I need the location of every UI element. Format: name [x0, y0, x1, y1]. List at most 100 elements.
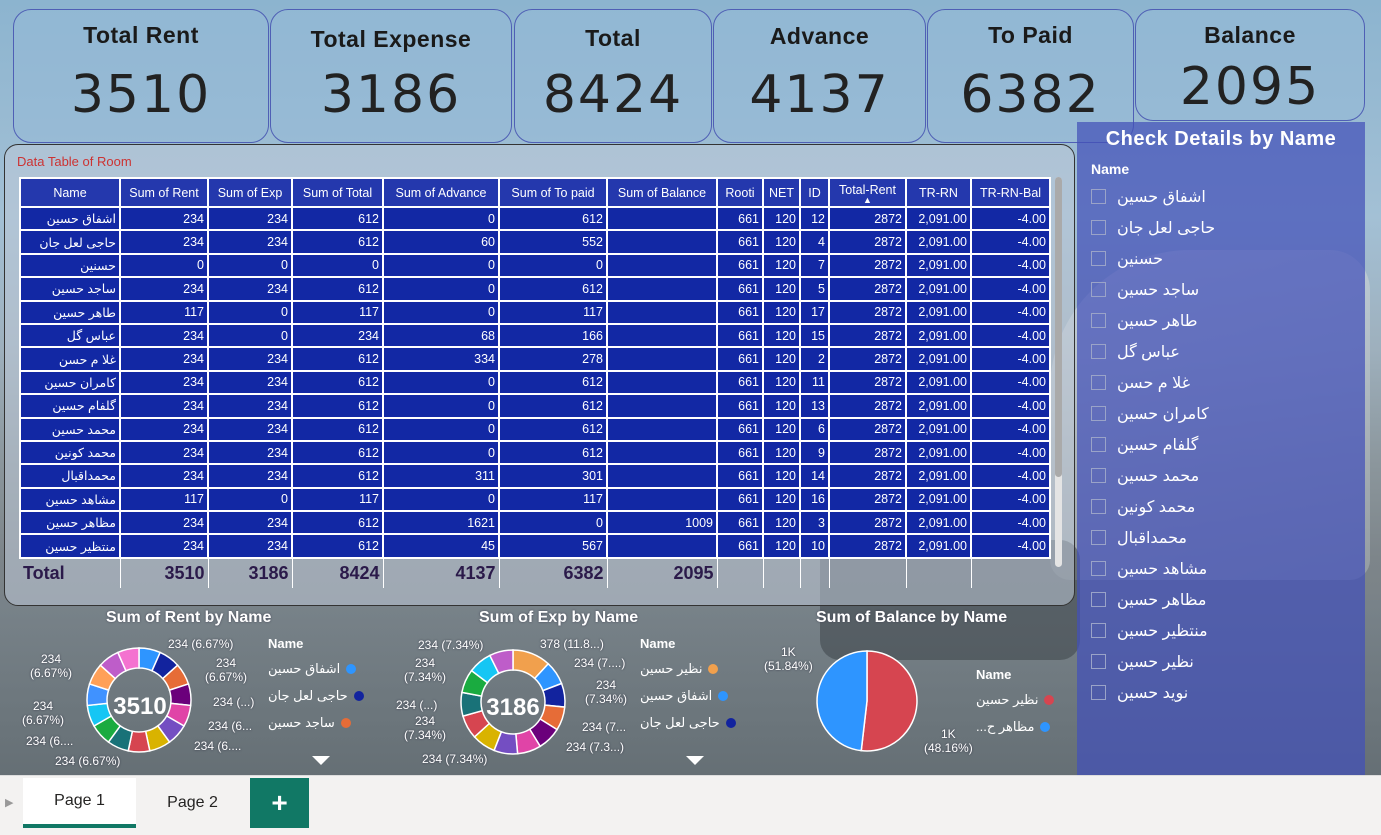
- rent-legend: Name اشفاق حسین حاجی لعل جان ساجد حسین: [268, 636, 378, 736]
- checkbox[interactable]: [1091, 623, 1106, 638]
- column-header-tr-rn[interactable]: TR-RN: [905, 177, 972, 208]
- legend-item[interactable]: اشفاق حسین: [268, 655, 378, 682]
- checkbox[interactable]: [1091, 282, 1106, 297]
- balance-pie-chart[interactable]: [815, 649, 919, 753]
- slicer-item[interactable]: مشاهد حسین: [1077, 553, 1365, 584]
- checkbox[interactable]: [1091, 592, 1106, 607]
- kpi-total-expense[interactable]: Total Expense 3186: [270, 9, 512, 143]
- table-cell: 234: [119, 205, 209, 232]
- table-cell: 234: [119, 439, 209, 466]
- checkbox[interactable]: [1091, 685, 1106, 700]
- column-header-balance[interactable]: Sum of Balance: [606, 177, 718, 208]
- tab-page-1[interactable]: Page 1: [23, 778, 136, 828]
- table-row[interactable]: غلا م حسن 234 234 612 334 278 661 120 2 2872 2,091…: [19, 346, 1051, 372]
- kpi-balance[interactable]: Balance 2095: [1135, 9, 1365, 121]
- table-row[interactable]: اشفاق حسین 234 234 612 0 612 661 120 12 2872 2,091…: [19, 205, 1051, 232]
- legend-item[interactable]: حاجی لعل جان: [640, 709, 740, 736]
- table-row[interactable]: منتظیر حسین 234 234 612 45 567 661 120 10 2872 2,0…: [19, 533, 1051, 559]
- table-row[interactable]: محمداقبال 234 234 612 311 301 661 120 14 2872 2,09…: [19, 463, 1051, 489]
- table-row[interactable]: گلفام حسین 234 234 612 0 612 661 120 13 2872 2,091…: [19, 393, 1051, 419]
- slicer-item[interactable]: غلا م حسن: [1077, 367, 1365, 398]
- column-header-total-rent[interactable]: Total-Rent ▲: [828, 177, 907, 208]
- checkbox[interactable]: [1091, 220, 1106, 235]
- checkbox[interactable]: [1091, 561, 1106, 576]
- table-row[interactable]: حسنین 0 0 0 0 0 661 120 7 2872 2,091.00 -4.00: [19, 252, 1051, 279]
- tab-page-2[interactable]: Page 2: [136, 778, 249, 828]
- checkbox[interactable]: [1091, 189, 1106, 204]
- legend-item[interactable]: نظیر حسین: [640, 655, 740, 682]
- column-header-to-paid[interactable]: Sum of To paid: [498, 177, 608, 208]
- checkbox[interactable]: [1091, 530, 1106, 545]
- checkbox[interactable]: [1091, 499, 1106, 514]
- slicer-item[interactable]: ساجد حسین: [1077, 274, 1365, 305]
- table-scrollbar[interactable]: [1055, 177, 1062, 567]
- table-row[interactable]: محمد حسین 234 234 612 0 612 661 120 6 2872 2,091.0…: [19, 416, 1051, 442]
- slicer-item[interactable]: نظیر حسین: [1077, 646, 1365, 677]
- legend-item[interactable]: ساجد حسین: [268, 709, 378, 736]
- checkbox[interactable]: [1091, 313, 1106, 328]
- table-row[interactable]: محمد کونین 234 234 612 0 612 661 120 9 2872 2,091.…: [19, 439, 1051, 466]
- room-data-table[interactable]: Name Sum of Rent Sum of Exp Sum of Total…: [19, 177, 1051, 588]
- table-row[interactable]: ساجد حسین 234 234 612 0 612 661 120 5 2872 2,091.0…: [19, 276, 1051, 302]
- kpi-title: Advance: [769, 23, 870, 49]
- column-header-tr-rn-bal[interactable]: TR-RN-Bal: [970, 177, 1051, 208]
- kpi-total[interactable]: Total 8424: [514, 9, 712, 143]
- checkbox[interactable]: [1091, 468, 1106, 483]
- slicer-item[interactable]: محمداقبال: [1077, 522, 1365, 553]
- kpi-advance[interactable]: Advance 4137: [713, 9, 926, 143]
- legend-item[interactable]: مظاهر ح...: [976, 713, 1060, 740]
- slicer-item[interactable]: حاجی لعل جان: [1077, 212, 1365, 243]
- scrollbar-thumb[interactable]: [1055, 177, 1062, 477]
- slicer-item[interactable]: گلفام حسین: [1077, 429, 1365, 460]
- slicer-item[interactable]: مظاهر حسین: [1077, 584, 1365, 615]
- slicer-item[interactable]: حسنین: [1077, 243, 1365, 274]
- slicer-item[interactable]: محمد کونین: [1077, 491, 1365, 522]
- slicer-item[interactable]: منتظیر حسین: [1077, 615, 1365, 646]
- column-header-exp[interactable]: Sum of Exp: [207, 177, 293, 208]
- table-cell: 612: [498, 205, 608, 232]
- column-header-id[interactable]: ID: [799, 177, 830, 208]
- table-cell: 661: [716, 393, 764, 419]
- table-cell: 120: [762, 322, 801, 349]
- legend-item[interactable]: حاجی لعل جان: [268, 682, 378, 709]
- legend-items: نظیر حسین اشفاق حسین حاجی لعل جان: [640, 655, 740, 736]
- cell-name: طاهر حسین: [19, 299, 121, 325]
- checkbox[interactable]: [1091, 437, 1106, 452]
- scroll-left-icon[interactable]: ▶: [5, 796, 13, 809]
- table-row[interactable]: مشاهد حسین 117 0 117 0 117 661 120 16 2872 2,091.0…: [19, 486, 1051, 513]
- table-row[interactable]: طاهر حسین 117 0 117 0 117 661 120 17 2872 2,091.00…: [19, 299, 1051, 325]
- rent-data-label: 234 (6.67%): [22, 699, 65, 727]
- legend-item[interactable]: اشفاق حسین: [640, 682, 740, 709]
- pie-slice[interactable]: [860, 650, 918, 752]
- column-header-rooti[interactable]: Rooti: [716, 177, 764, 208]
- slicer-item[interactable]: طاهر حسین: [1077, 305, 1365, 336]
- table-row[interactable]: عباس گل 234 0 234 68 166 661 120 15 2872 2,091.00-…: [19, 322, 1051, 349]
- checkbox[interactable]: [1091, 344, 1106, 359]
- chevron-down-icon[interactable]: [686, 756, 704, 765]
- checkbox[interactable]: [1091, 406, 1106, 421]
- column-header-net[interactable]: NET: [762, 177, 801, 208]
- table-row[interactable]: حاجی لعل جان 234 234 612 60 552 661 120 4 2872 2,0…: [19, 229, 1051, 255]
- slicer-item[interactable]: محمد حسین: [1077, 460, 1365, 491]
- table-row[interactable]: کامران حسین 234 234 612 0 612 661 120 11 2872 2,09…: [19, 369, 1051, 396]
- slicer-item[interactable]: نوید حسین: [1077, 677, 1365, 708]
- slicer-item[interactable]: عباس گل: [1077, 336, 1365, 367]
- slicer-item[interactable]: کامران حسین: [1077, 398, 1365, 429]
- checkbox[interactable]: [1091, 654, 1106, 669]
- checkbox[interactable]: [1091, 375, 1106, 390]
- chevron-down-icon[interactable]: [312, 756, 330, 765]
- slicer-item[interactable]: اشفاق حسین: [1077, 181, 1365, 212]
- pie-slice[interactable]: [816, 650, 868, 752]
- table-row[interactable]: مظاهر حسین 234 234 612 1621 0 1009 661 120 3 2872 2…: [19, 510, 1051, 536]
- column-header-name[interactable]: Name: [19, 177, 121, 208]
- column-header-rent[interactable]: Sum of Rent: [119, 177, 209, 208]
- checkbox[interactable]: [1091, 251, 1106, 266]
- legend-item[interactable]: نظیر حسین: [976, 686, 1060, 713]
- kpi-total-rent[interactable]: Total Rent 3510: [13, 9, 269, 143]
- room-data-table-card[interactable]: Data Table of Room Name Sum of Rent Sum …: [4, 144, 1075, 606]
- column-header-advance[interactable]: Sum of Advance: [382, 177, 500, 208]
- exp-data-label: 234 (7....): [574, 656, 626, 670]
- add-page-button[interactable]: +: [250, 778, 309, 828]
- table-cell: 234: [207, 510, 293, 536]
- column-header-total[interactable]: Sum of Total: [291, 177, 384, 208]
